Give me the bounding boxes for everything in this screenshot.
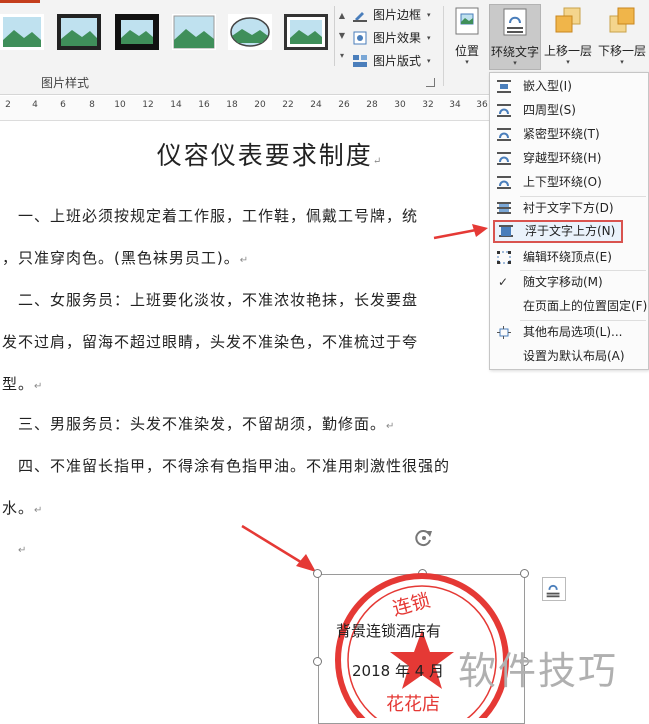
send-backward-icon bbox=[609, 7, 635, 33]
annotation-arrow-menu-icon bbox=[433, 224, 488, 240]
ruler-tick: 10 bbox=[114, 100, 126, 110]
menu-item-through[interactable]: 穿越型环绕(H) bbox=[490, 147, 648, 170]
stamp-line-2: 2018 年 4 月 bbox=[352, 662, 445, 680]
watermark-text: 软件技巧 bbox=[458, 649, 619, 693]
position-button[interactable]: 位置 ▾ bbox=[447, 4, 487, 70]
doc-line-8[interactable]: 水。↵ bbox=[2, 497, 43, 518]
gallery-up-icon[interactable]: ▲ bbox=[335, 6, 349, 26]
picture-style-4[interactable] bbox=[172, 14, 216, 50]
ribbon-separator bbox=[443, 6, 444, 86]
ruler-tick: 36 bbox=[476, 100, 488, 110]
ruler-tick: 14 bbox=[170, 100, 182, 110]
through-wrap-icon bbox=[497, 152, 511, 165]
layout-options-icon bbox=[546, 584, 560, 598]
resize-handle-top-left[interactable] bbox=[313, 569, 322, 578]
chevron-down-icon: ▾ bbox=[427, 11, 431, 19]
chevron-down-icon: ▾ bbox=[620, 58, 624, 66]
ruler-tick: 32 bbox=[422, 100, 434, 110]
document-title[interactable]: 仪容仪表要求制度↵ bbox=[0, 136, 540, 172]
menu-item-move-with-text[interactable]: ✓ 随文字移动(M) bbox=[490, 271, 648, 294]
ruler-tick: 4 bbox=[32, 100, 38, 110]
picture-layout-icon bbox=[353, 55, 367, 67]
picture-layout-button[interactable]: 图片版式 ▾ bbox=[353, 51, 443, 71]
wrap-text-menu: 嵌入型(I) 四周型(S) 紧密型环绕(T) 穿越型环绕(H) 上下型环绕(O)… bbox=[489, 72, 649, 370]
picture-border-button[interactable]: 图片边框 ▾ bbox=[353, 5, 443, 25]
chevron-down-icon: ▾ bbox=[566, 58, 570, 66]
check-icon: ✓ bbox=[498, 275, 509, 289]
more-layout-icon bbox=[497, 326, 511, 339]
top-bottom-wrap-icon bbox=[497, 176, 511, 189]
ruler-tick: 8 bbox=[89, 100, 95, 110]
menu-item-tight[interactable]: 紧密型环绕(T) bbox=[490, 123, 648, 146]
ribbon-accent bbox=[0, 0, 40, 3]
picture-style-5[interactable] bbox=[228, 14, 272, 50]
square-wrap-icon bbox=[497, 104, 511, 117]
in-front-of-text-icon bbox=[499, 225, 513, 237]
ruler-tick: 26 bbox=[338, 100, 350, 110]
menu-item-in-front-of-text[interactable]: 浮于文字上方(N) bbox=[493, 220, 623, 243]
doc-line-5[interactable]: 型。↵ bbox=[2, 373, 43, 394]
resize-handle-left[interactable] bbox=[313, 657, 322, 666]
ruler-tick: 20 bbox=[254, 100, 266, 110]
ruler-tick: 28 bbox=[366, 100, 378, 110]
ruler-tick: 2 bbox=[5, 100, 11, 110]
ruler-tick: 22 bbox=[282, 100, 294, 110]
annotation-arrow-stamp-icon bbox=[241, 524, 316, 572]
gallery-scroll[interactable]: ▲ ▼ ▾ bbox=[334, 6, 349, 66]
chevron-down-icon: ▾ bbox=[513, 59, 517, 67]
paragraph-mark: ↵ bbox=[372, 156, 384, 167]
tight-wrap-icon bbox=[497, 128, 511, 141]
doc-line-6[interactable]: 三、男服务员：头发不准染发，不留胡须，勤修面。↵ bbox=[18, 413, 395, 434]
ruler-tick: 24 bbox=[310, 100, 322, 110]
menu-item-fix-position[interactable]: 在页面上的位置固定(F) bbox=[490, 295, 648, 318]
doc-line-7[interactable]: 四、不准留长指甲，不得涂有色指甲油。不准用刺激性很强的 bbox=[18, 455, 450, 476]
picture-style-gallery bbox=[0, 6, 334, 66]
ruler-tick: 34 bbox=[449, 100, 461, 110]
doc-line-2[interactable]: ，只准穿肉色。(黑色袜男员工)。↵ bbox=[2, 247, 249, 268]
menu-item-more-layout[interactable]: 其他布局选项(L)... bbox=[490, 321, 648, 344]
picture-styles-group-label: 图片样式 bbox=[40, 76, 89, 90]
chevron-down-icon: ▾ bbox=[427, 57, 431, 65]
doc-line-3[interactable]: 二、女服务员：上班要化淡妆，不准浓妆艳抹，长发要盘 bbox=[18, 289, 418, 310]
inline-wrap-icon bbox=[497, 80, 511, 93]
doc-line-1[interactable]: 一、上班必须按规定着工作服，工作鞋，佩戴工号牌，统 bbox=[18, 205, 418, 226]
edit-wrap-points-icon bbox=[497, 251, 511, 264]
menu-item-top-bottom[interactable]: 上下型环绕(O) bbox=[490, 171, 648, 194]
menu-item-inline[interactable]: 嵌入型(I) bbox=[490, 75, 648, 98]
behind-text-icon bbox=[497, 202, 511, 214]
empty-paragraph[interactable]: ↵ bbox=[18, 539, 27, 557]
chevron-down-icon: ▾ bbox=[465, 58, 469, 66]
doc-line-4[interactable]: 发不过肩，留海不超过眼睛，头发不准染色，不准梳过于夸 bbox=[2, 331, 418, 352]
picture-style-2[interactable] bbox=[57, 14, 101, 50]
menu-item-behind-text[interactable]: 衬于文字下方(D) bbox=[490, 197, 648, 220]
wrap-text-icon bbox=[503, 8, 527, 36]
rotate-handle-icon[interactable] bbox=[414, 528, 434, 548]
wrap-text-button[interactable]: 环绕文字 ▾ bbox=[489, 4, 541, 70]
layout-options-button[interactable] bbox=[542, 577, 566, 601]
ruler-tick: 6 bbox=[60, 100, 66, 110]
bring-forward-icon bbox=[555, 7, 581, 33]
send-backward-button[interactable]: 下移一层 ▾ bbox=[595, 4, 649, 70]
stamp-line-1: 背景连锁酒店有 bbox=[336, 622, 442, 640]
menu-item-set-default[interactable]: 设置为默认布局(A) bbox=[490, 345, 648, 368]
stamp-footer: 花花店 bbox=[386, 694, 440, 715]
picture-style-6[interactable] bbox=[284, 14, 328, 50]
picture-effects-icon bbox=[353, 31, 367, 45]
picture-effects-button[interactable]: 图片效果 ▾ bbox=[353, 28, 443, 48]
chevron-down-icon: ▾ bbox=[427, 34, 431, 42]
dialog-launcher-icon[interactable] bbox=[426, 78, 435, 87]
gallery-more-icon[interactable]: ▾ bbox=[335, 46, 349, 66]
position-icon bbox=[455, 7, 479, 35]
ruler-tick: 30 bbox=[394, 100, 406, 110]
menu-item-edit-wrap-points[interactable]: 编辑环绕顶点(E) bbox=[490, 246, 648, 269]
picture-style-1[interactable] bbox=[0, 14, 44, 50]
picture-style-3[interactable] bbox=[115, 14, 159, 50]
picture-border-icon bbox=[353, 12, 367, 22]
bring-forward-button[interactable]: 上移一层 ▾ bbox=[542, 4, 594, 70]
ruler-tick: 12 bbox=[142, 100, 154, 110]
ruler-tick: 18 bbox=[226, 100, 238, 110]
ruler-tick: 16 bbox=[198, 100, 210, 110]
gallery-down-icon[interactable]: ▼ bbox=[335, 26, 349, 46]
menu-item-square[interactable]: 四周型(S) bbox=[490, 99, 648, 122]
